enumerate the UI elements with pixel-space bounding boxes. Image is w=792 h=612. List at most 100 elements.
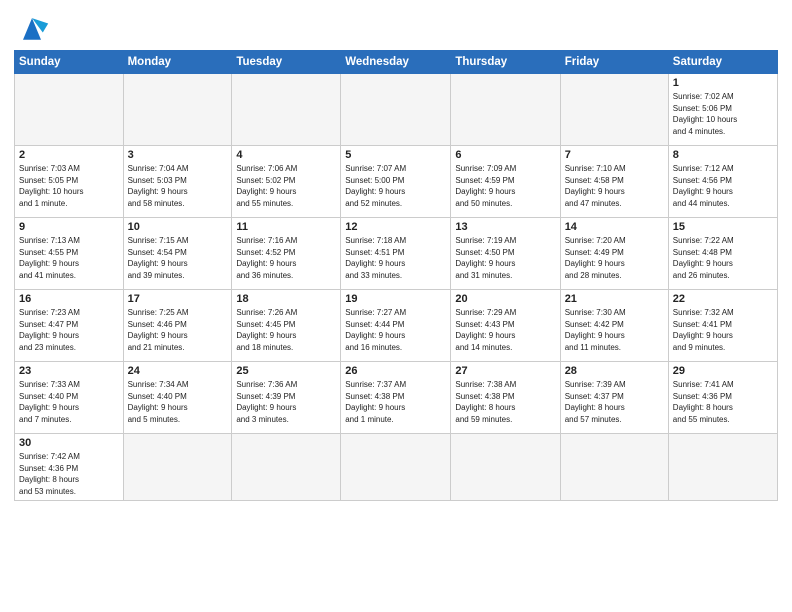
calendar-cell bbox=[341, 434, 451, 501]
day-info: Sunrise: 7:15 AM Sunset: 4:54 PM Dayligh… bbox=[128, 235, 228, 281]
calendar-cell: 27 Sunrise: 7:38 AM Sunset: 4:38 PM Dayli… bbox=[451, 362, 560, 434]
day-info: Sunrise: 7:23 AM Sunset: 4:47 PM Dayligh… bbox=[19, 307, 119, 353]
day-info: Sunrise: 7:34 AM Sunset: 4:40 PM Dayligh… bbox=[128, 379, 228, 425]
day-number: 27 bbox=[455, 365, 555, 377]
calendar-cell: 6Sunrise: 7:09 AM Sunset: 4:59 PM Daylig… bbox=[451, 146, 560, 218]
day-number: 14 bbox=[565, 221, 664, 233]
day-info: Sunrise: 7:10 AM Sunset: 4:58 PM Dayligh… bbox=[565, 163, 664, 209]
logo-icon bbox=[14, 14, 50, 42]
day-number: 17 bbox=[128, 293, 228, 305]
day-info: Sunrise: 7:12 AM Sunset: 4:56 PM Dayligh… bbox=[673, 163, 773, 209]
day-info: Sunrise: 7:25 AM Sunset: 4:46 PM Dayligh… bbox=[128, 307, 228, 353]
calendar-cell: 26Sunrise: 7:37 AM Sunset: 4:38 PM Dayli… bbox=[341, 362, 451, 434]
calendar-cell: 20 Sunrise: 7:29 AM Sunset: 4:43 PM Dayli… bbox=[451, 290, 560, 362]
day-number: 10 bbox=[128, 221, 228, 233]
calendar-cell: 15Sunrise: 7:22 AM Sunset: 4:48 PM Dayli… bbox=[668, 218, 777, 290]
day-info: Sunrise: 7:22 AM Sunset: 4:48 PM Dayligh… bbox=[673, 235, 773, 281]
day-number: 24 bbox=[128, 365, 228, 377]
day-number: 13 bbox=[455, 221, 555, 233]
calendar-cell bbox=[232, 74, 341, 146]
day-number: 7 bbox=[565, 149, 664, 161]
calendar-cell: 9 Sunrise: 7:13 AM Sunset: 4:55 PM Daylig… bbox=[15, 218, 124, 290]
calendar-week-row: 1 Sunrise: 7:02 AM Sunset: 5:06 PM Daylig… bbox=[15, 74, 778, 146]
calendar-cell: 16 Sunrise: 7:23 AM Sunset: 4:47 PM Dayli… bbox=[15, 290, 124, 362]
day-info: Sunrise: 7:26 AM Sunset: 4:45 PM Dayligh… bbox=[236, 307, 336, 353]
day-info: Sunrise: 7:02 AM Sunset: 5:06 PM Dayligh… bbox=[673, 91, 773, 137]
day-number: 20 bbox=[455, 293, 555, 305]
calendar-header-monday: Monday bbox=[123, 51, 232, 74]
day-info: Sunrise: 7:27 AM Sunset: 4:44 PM Dayligh… bbox=[345, 307, 446, 353]
calendar-cell bbox=[341, 74, 451, 146]
day-number: 30 bbox=[19, 437, 119, 449]
calendar-cell bbox=[451, 74, 560, 146]
calendar-cell: 23Sunrise: 7:33 AM Sunset: 4:40 PM Dayli… bbox=[15, 362, 124, 434]
calendar-week-row: 9 Sunrise: 7:13 AM Sunset: 4:55 PM Daylig… bbox=[15, 218, 778, 290]
day-number: 8 bbox=[673, 149, 773, 161]
calendar-cell: 25 Sunrise: 7:36 AM Sunset: 4:39 PM Dayli… bbox=[232, 362, 341, 434]
day-number: 12 bbox=[345, 221, 446, 233]
day-number: 18 bbox=[236, 293, 336, 305]
calendar-cell: 10 Sunrise: 7:15 AM Sunset: 4:54 PM Dayli… bbox=[123, 218, 232, 290]
day-number: 19 bbox=[345, 293, 446, 305]
day-info: Sunrise: 7:07 AM Sunset: 5:00 PM Dayligh… bbox=[345, 163, 446, 209]
calendar-cell: 29Sunrise: 7:41 AM Sunset: 4:36 PM Dayli… bbox=[668, 362, 777, 434]
calendar-cell bbox=[668, 434, 777, 501]
calendar-cell: 12 Sunrise: 7:18 AM Sunset: 4:51 PM Dayli… bbox=[341, 218, 451, 290]
day-number: 11 bbox=[236, 221, 336, 233]
day-number: 16 bbox=[19, 293, 119, 305]
calendar-cell: 2 Sunrise: 7:03 AM Sunset: 5:05 PM Daylig… bbox=[15, 146, 124, 218]
calendar-header-row: SundayMondayTuesdayWednesdayThursdayFrid… bbox=[15, 51, 778, 74]
calendar-cell: 7 Sunrise: 7:10 AM Sunset: 4:58 PM Daylig… bbox=[560, 146, 668, 218]
day-info: Sunrise: 7:13 AM Sunset: 4:55 PM Dayligh… bbox=[19, 235, 119, 281]
header bbox=[14, 10, 778, 42]
calendar-cell: 3 Sunrise: 7:04 AM Sunset: 5:03 PM Daylig… bbox=[123, 146, 232, 218]
day-info: Sunrise: 7:38 AM Sunset: 4:38 PM Dayligh… bbox=[455, 379, 555, 425]
day-info: Sunrise: 7:30 AM Sunset: 4:42 PM Dayligh… bbox=[565, 307, 664, 353]
day-number: 26 bbox=[345, 365, 446, 377]
calendar-week-row: 30 Sunrise: 7:42 AM Sunset: 4:36 PM Dayli… bbox=[15, 434, 778, 501]
day-number: 5 bbox=[345, 149, 446, 161]
day-info: Sunrise: 7:42 AM Sunset: 4:36 PM Dayligh… bbox=[19, 451, 119, 497]
calendar-cell bbox=[232, 434, 341, 501]
day-info: Sunrise: 7:29 AM Sunset: 4:43 PM Dayligh… bbox=[455, 307, 555, 353]
calendar-cell: 11Sunrise: 7:16 AM Sunset: 4:52 PM Dayli… bbox=[232, 218, 341, 290]
calendar-cell: 8 Sunrise: 7:12 AM Sunset: 4:56 PM Daylig… bbox=[668, 146, 777, 218]
day-number: 28 bbox=[565, 365, 664, 377]
day-number: 25 bbox=[236, 365, 336, 377]
calendar-cell bbox=[560, 74, 668, 146]
calendar-header-sunday: Sunday bbox=[15, 51, 124, 74]
day-info: Sunrise: 7:04 AM Sunset: 5:03 PM Dayligh… bbox=[128, 163, 228, 209]
calendar-cell bbox=[123, 434, 232, 501]
calendar-header-tuesday: Tuesday bbox=[232, 51, 341, 74]
day-info: Sunrise: 7:41 AM Sunset: 4:36 PM Dayligh… bbox=[673, 379, 773, 425]
calendar-header-thursday: Thursday bbox=[451, 51, 560, 74]
calendar-cell bbox=[451, 434, 560, 501]
day-info: Sunrise: 7:32 AM Sunset: 4:41 PM Dayligh… bbox=[673, 307, 773, 353]
calendar-header-friday: Friday bbox=[560, 51, 668, 74]
calendar-header-wednesday: Wednesday bbox=[341, 51, 451, 74]
calendar-cell: 17 Sunrise: 7:25 AM Sunset: 4:46 PM Dayli… bbox=[123, 290, 232, 362]
day-number: 9 bbox=[19, 221, 119, 233]
calendar-cell bbox=[15, 74, 124, 146]
day-number: 3 bbox=[128, 149, 228, 161]
day-number: 22 bbox=[673, 293, 773, 305]
calendar-cell: 30 Sunrise: 7:42 AM Sunset: 4:36 PM Dayli… bbox=[15, 434, 124, 501]
logo bbox=[14, 14, 56, 42]
calendar-cell: 13 Sunrise: 7:19 AM Sunset: 4:50 PM Dayli… bbox=[451, 218, 560, 290]
day-number: 21 bbox=[565, 293, 664, 305]
day-info: Sunrise: 7:18 AM Sunset: 4:51 PM Dayligh… bbox=[345, 235, 446, 281]
calendar-cell: 19 Sunrise: 7:27 AM Sunset: 4:44 PM Dayli… bbox=[341, 290, 451, 362]
day-info: Sunrise: 7:39 AM Sunset: 4:37 PM Dayligh… bbox=[565, 379, 664, 425]
day-info: Sunrise: 7:19 AM Sunset: 4:50 PM Dayligh… bbox=[455, 235, 555, 281]
calendar-cell: 5 Sunrise: 7:07 AM Sunset: 5:00 PM Daylig… bbox=[341, 146, 451, 218]
page: SundayMondayTuesdayWednesdayThursdayFrid… bbox=[0, 0, 792, 612]
day-number: 2 bbox=[19, 149, 119, 161]
calendar-cell: 24 Sunrise: 7:34 AM Sunset: 4:40 PM Dayli… bbox=[123, 362, 232, 434]
calendar-header-saturday: Saturday bbox=[668, 51, 777, 74]
day-info: Sunrise: 7:03 AM Sunset: 5:05 PM Dayligh… bbox=[19, 163, 119, 209]
calendar-cell bbox=[560, 434, 668, 501]
day-info: Sunrise: 7:36 AM Sunset: 4:39 PM Dayligh… bbox=[236, 379, 336, 425]
day-number: 6 bbox=[455, 149, 555, 161]
day-number: 1 bbox=[673, 77, 773, 89]
day-info: Sunrise: 7:20 AM Sunset: 4:49 PM Dayligh… bbox=[565, 235, 664, 281]
